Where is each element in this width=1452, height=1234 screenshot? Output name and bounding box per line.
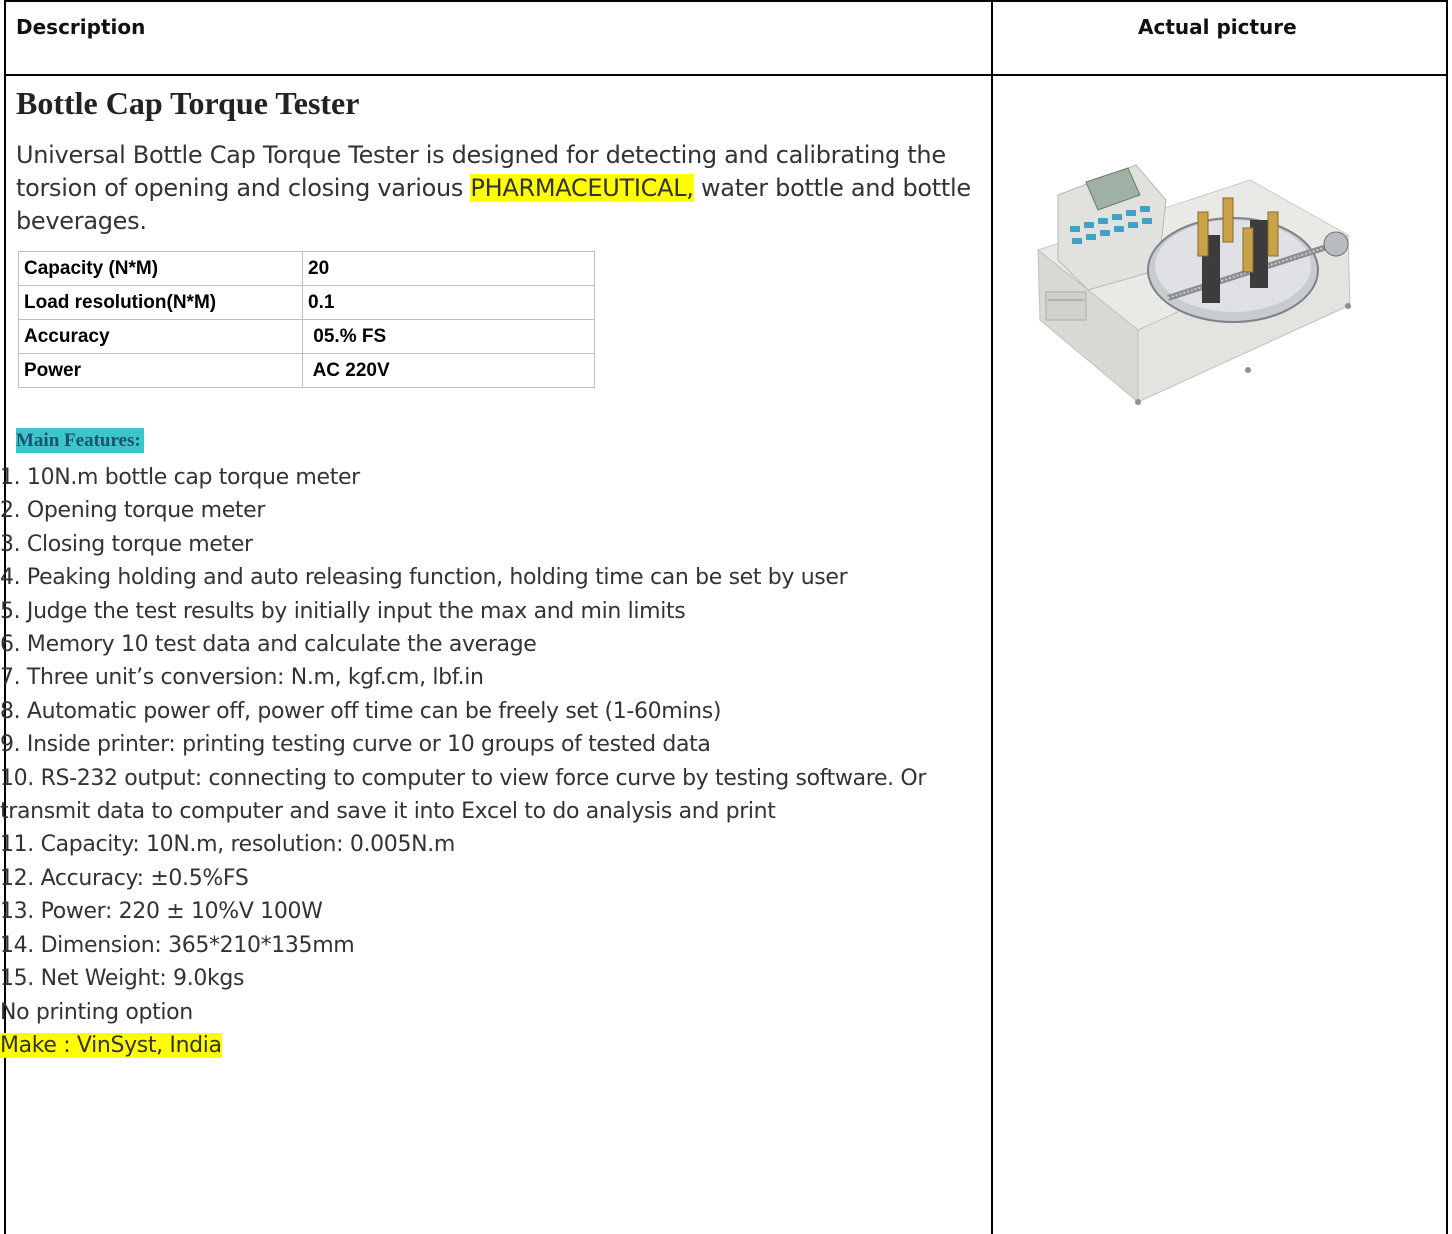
spec-row: Capacity (N*M) 20 xyxy=(18,251,595,286)
spec-key: Capacity (N*M) xyxy=(18,251,303,286)
feature-item: 14. Dimension: 365*210*135mm xyxy=(0,932,355,958)
feature-item: 15. Net Weight: 9.0kgs xyxy=(0,966,245,992)
spec-value: 20 xyxy=(302,251,595,286)
feature-item: 1. 10N.m bottle cap torque meter xyxy=(0,465,360,490)
feature-item: 8. Automatic power off, power off time c… xyxy=(0,698,722,724)
intro-highlight: PHARMACEUTICAL, xyxy=(470,174,694,202)
feature-item: 5. Judge the test results by initially i… xyxy=(0,598,686,624)
spec-key: Power xyxy=(18,353,303,388)
feature-item: 13. Power: 220 ± 10%V 100W xyxy=(0,899,323,925)
feature-item: 3. Closing torque meter xyxy=(0,531,253,557)
feature-item: 7. Three unit’s conversion: N.m, kgf.cm,… xyxy=(0,665,484,691)
make-text: Make : VinSyst, India xyxy=(0,1032,222,1058)
features-heading-wrap: Main Features: xyxy=(16,428,144,453)
feature-item: 9. Inside printer: printing testing curv… xyxy=(0,732,711,758)
spec-row: Load resolution(N*M) 0.1 xyxy=(18,285,595,320)
feature-item: 10. RS-232 output: connecting to compute… xyxy=(0,765,927,825)
feature-item: 4. Peaking holding and auto releasing fu… xyxy=(0,565,848,591)
spec-value: 0.1 xyxy=(302,285,595,320)
feature-item: 2. Opening torque meter xyxy=(0,498,266,524)
header-divider xyxy=(6,74,1446,76)
spec-value: 05.% FS xyxy=(302,319,595,354)
feature-item: 11. Capacity: 10N.m, resolution: 0.005N.… xyxy=(0,832,455,858)
spec-row: Power AC 220V xyxy=(18,353,595,388)
product-intro: Universal Bottle Cap Torque Tester is de… xyxy=(16,139,981,238)
spec-key: Accuracy xyxy=(18,319,303,354)
product-title: Bottle Cap Torque Tester xyxy=(16,85,360,121)
features-list: 1. 10N.m bottle cap torque meter 2. Open… xyxy=(0,461,975,1062)
make-line: Make : VinSyst, India xyxy=(0,1029,975,1062)
spec-row: Accuracy 05.% FS xyxy=(18,319,595,354)
column-divider xyxy=(991,2,993,1234)
feature-item: 6. Memory 10 test data and calculate the… xyxy=(0,632,537,658)
product-photo xyxy=(1036,164,1351,405)
feature-item: No printing option xyxy=(0,999,193,1025)
features-heading: Main Features: xyxy=(16,428,144,453)
feature-item: 12. Accuracy: ±0.5%FS xyxy=(0,865,249,891)
spec-value: AC 220V xyxy=(302,353,595,388)
picture-header: Actual picture xyxy=(1138,15,1297,39)
spec-table: Capacity (N*M) 20 Load resolution(N*M) 0… xyxy=(18,251,595,388)
description-header: Description xyxy=(16,15,146,39)
spec-key: Load resolution(N*M) xyxy=(18,285,303,320)
